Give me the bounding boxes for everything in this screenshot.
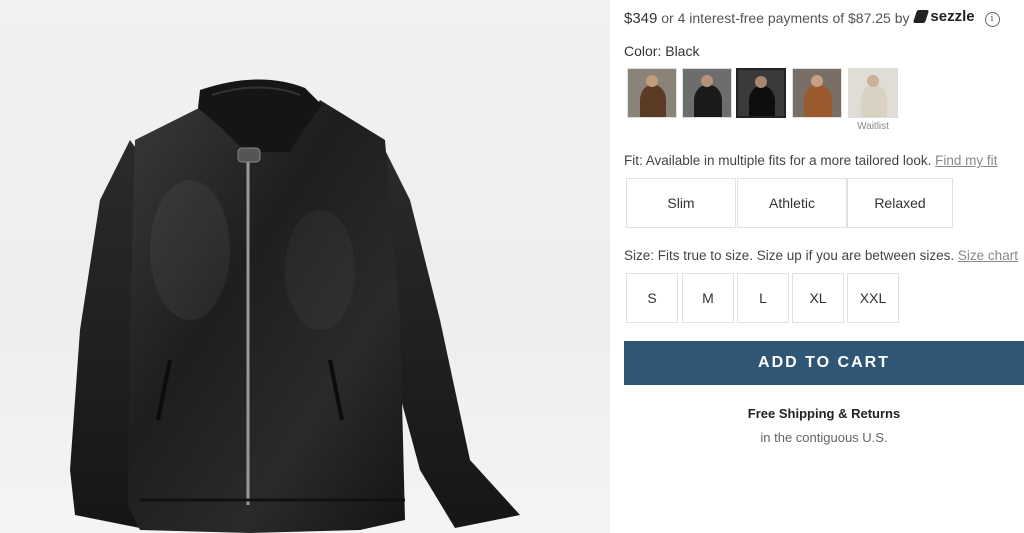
swatch-head [811, 75, 823, 87]
price-line: $349 or 4 interest-free payments of $87.… [624, 8, 1000, 27]
find-my-fit-link[interactable]: Find my fit [935, 153, 997, 168]
sezzle-icon [913, 10, 930, 23]
shipping-title: Free Shipping & Returns [747, 406, 901, 421]
swatch-head [867, 75, 879, 87]
fit-option-relaxed[interactable]: Relaxed [847, 178, 953, 228]
fit-option-athletic[interactable]: Athletic [737, 178, 847, 228]
swatch-black[interactable] [736, 68, 786, 118]
swatch-head [646, 75, 658, 87]
installments-text: or 4 interest-free payments of $87.25 by [661, 10, 910, 26]
swatch-figure [804, 85, 832, 117]
swatch-figure [749, 86, 775, 116]
swatch-cognac[interactable] [792, 68, 842, 118]
swatch-black-alt[interactable] [682, 68, 732, 118]
size-description: Size: Fits true to size. Size up if you … [624, 248, 955, 263]
sezzle-logo[interactable]: sezzle [913, 8, 975, 25]
swatch-figure [640, 85, 666, 117]
sezzle-name: sezzle [930, 8, 975, 25]
swatch-head [701, 75, 713, 87]
add-to-cart-button[interactable]: ADD TO CART [624, 341, 1024, 385]
waitlist-note: Waitlist [857, 121, 889, 132]
swatch-figure [861, 85, 887, 117]
size-label: Size: Fits true to size. Size up if you … [624, 248, 1018, 263]
color-label: Color: Black [624, 43, 700, 59]
size-chart-link[interactable]: Size chart [958, 248, 1018, 263]
size-option-m[interactable]: M [682, 273, 734, 323]
swatch-head [755, 76, 767, 88]
size-option-l[interactable]: L [737, 273, 789, 323]
swatch-figure [694, 85, 722, 117]
shipping-subtitle: in the contiguous U.S. [760, 430, 888, 445]
info-icon[interactable]: i [984, 11, 1000, 27]
fit-option-slim[interactable]: Slim [626, 178, 736, 228]
swatch-brown[interactable] [627, 68, 677, 118]
size-option-xl[interactable]: XL [792, 273, 844, 323]
product-image [0, 0, 610, 533]
size-option-xxl[interactable]: XXL [847, 273, 899, 323]
fit-label: Fit: Available in multiple fits for a mo… [624, 153, 997, 168]
swatch-cream[interactable] [848, 68, 898, 118]
price: $349 [624, 10, 658, 27]
size-option-s[interactable]: S [626, 273, 678, 323]
leather-jacket-image [70, 79, 520, 533]
fit-description: Fit: Available in multiple fits for a mo… [624, 153, 932, 168]
